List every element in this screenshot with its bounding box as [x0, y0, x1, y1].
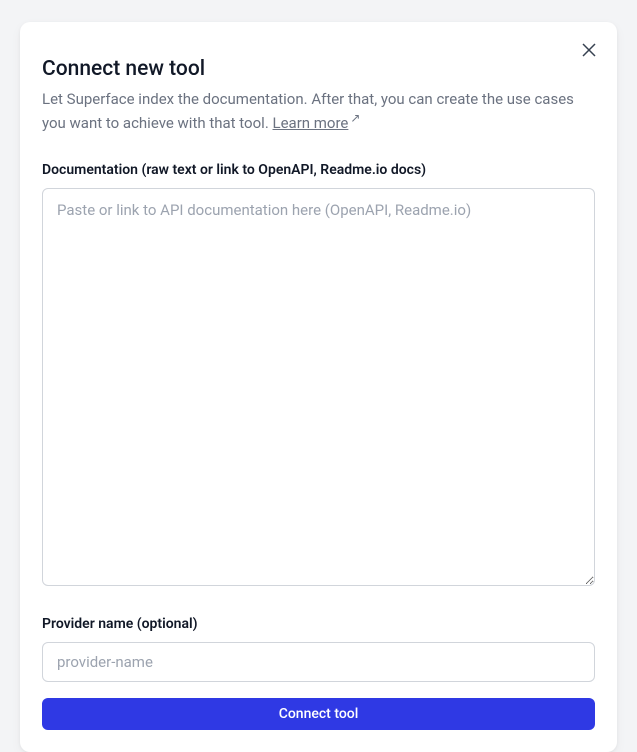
connect-tool-button[interactable]: Connect tool [42, 698, 595, 730]
provider-input[interactable] [42, 642, 595, 682]
documentation-label: Documentation (raw text or link to OpenA… [42, 162, 595, 178]
learn-more-label: Learn more [273, 114, 349, 132]
modal-title: Connect new tool [42, 57, 595, 81]
documentation-field-group: Documentation (raw text or link to OpenA… [42, 162, 595, 590]
provider-label: Provider name (optional) [42, 616, 595, 632]
connect-tool-modal: Connect new tool Let Superface index the… [20, 22, 617, 752]
provider-field-group: Provider name (optional) [42, 616, 595, 682]
learn-more-link[interactable]: Learn more [273, 114, 349, 132]
close-button[interactable] [579, 40, 599, 60]
external-link-icon: ↗ [350, 110, 360, 127]
documentation-input[interactable] [42, 188, 595, 586]
close-icon [582, 43, 596, 57]
modal-description: Let Superface index the documentation. A… [42, 89, 595, 134]
